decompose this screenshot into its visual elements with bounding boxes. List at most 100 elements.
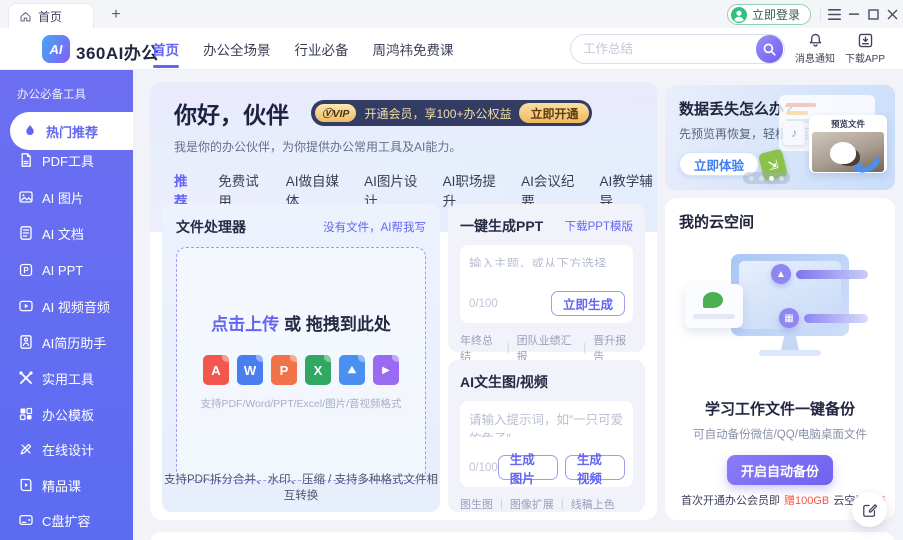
ppt-input-box: 0/100 立即生成 [460,245,633,323]
sidebar: 办公必备工具 热门推荐 PDF工具 AI 图片 [0,70,133,540]
login-label: 立即登录 [752,6,800,23]
app-window: 首页 + 立即登录 AI 360AI办公 首页 办公 [0,0,903,540]
sidebar-item-label: AI 视频音频 [42,297,110,316]
app-header: AI 360AI办公 首页 办公全场景 行业必备 周鸿祎免费课 消息通知 [0,28,903,70]
login-button[interactable]: 立即登录 [727,4,811,25]
sidebar-item-courses[interactable]: 精品课 [18,474,81,496]
note-highlight: 赠100GB [784,492,829,508]
resume-icon [18,334,34,350]
upload-dropzone[interactable]: 点击上传或 拖拽到此处 A W P X ⛰ ▶ 支持PDF/Word/PPT/E… [176,247,426,481]
nav-item-free-course[interactable]: 周鸿祎免费课 [373,28,454,70]
sidebar-item-label: 热门推荐 [46,122,98,141]
svg-text:P: P [23,266,29,275]
edit-icon [862,502,878,518]
vip-banner-text: 开通会员，享100+办公权益 [364,105,511,122]
sidebar-item-online-design[interactable]: 在线设计 [18,438,94,460]
new-tab-button[interactable]: + [104,3,128,27]
search-input[interactable] [571,42,756,56]
search-button[interactable] [756,35,783,63]
notifications-button[interactable]: 消息通知 [789,32,841,65]
carousel-dot[interactable] [749,176,754,181]
course-icon [18,477,34,493]
upload-click-link[interactable]: 点击上传 [211,315,279,334]
document-icon [18,225,34,241]
maximize-button[interactable] [864,5,882,23]
sidebar-item-ai-av[interactable]: AI 视频音频 [18,295,110,317]
download-label: 下载APP [845,50,885,65]
music-file-icon: ♪ [783,121,805,145]
ppt-char-counter: 0/100 [469,298,551,310]
sidebar-item-ai-ppt[interactable]: P AI PPT [18,259,83,281]
sidebar-item-hot[interactable]: 热门推荐 [10,112,133,150]
title-bar: 首页 + 立即登录 [0,0,903,28]
feedback-button[interactable] [852,492,887,527]
suggestion-item[interactable]: 图生图 [460,496,493,512]
avatar-icon [730,6,748,24]
excel-file-icon: X [305,355,331,385]
nav-item-industry[interactable]: 行业必备 [295,28,349,70]
ppt-template-link[interactable]: 下载PPT模版 [565,218,633,234]
cloud-headline: 学习工作文件一键备份 [679,398,881,419]
video-file-icon: ▶ [373,355,399,385]
sidebar-item-disk-expand[interactable]: C盘扩容 [18,509,90,531]
carousel-dot[interactable] [759,176,764,181]
flame-icon [22,123,38,139]
ppt-generator-card: 一键生成PPT 下载PPT模版 0/100 立即生成 年终总结 | 团队业绩汇报… [448,204,645,352]
image-file-icon: ⛰ [339,355,365,385]
sidebar-item-ai-resume[interactable]: AI简历助手 [18,331,106,353]
cloud-card-title: 我的云空间 [679,211,881,232]
sidebar-item-label: C盘扩容 [42,511,90,530]
img-input-box: 0/100 生成图片 生成视频 [460,401,633,487]
suggestion-item[interactable]: 线稿上色 [571,496,615,512]
sidebar-item-ai-doc[interactable]: AI 文档 [18,222,84,244]
file-type-icons: A W P X ⛰ ▶ [203,355,399,385]
generate-video-button[interactable]: 生成视频 [565,455,625,480]
suggestion-item[interactable]: 图像扩展 [510,496,554,512]
minimize-button[interactable] [845,5,863,23]
note-text: 首次开通办公会员即 [681,492,780,508]
word-file-icon: W [237,355,263,385]
download-icon [857,32,874,49]
disk-icon [18,512,34,528]
brand-name: 360AI办公 [76,39,159,64]
cloud-subtitle: 可自动备份微信/QQ/电脑桌面文件 [679,426,881,442]
menu-icon[interactable] [825,5,843,23]
supported-formats: 支持PDF/Word/PPT/Excel/图片/音视频格式 [200,396,401,411]
template-icon [18,406,34,422]
sidebar-item-utilities[interactable]: 实用工具 [18,367,94,389]
carousel-dot[interactable] [779,176,784,181]
ppt-icon: P [18,262,34,278]
brand-logo-icon: AI [42,35,70,63]
img-char-counter: 0/100 [469,462,498,474]
pdf-icon [18,152,34,168]
generate-image-button[interactable]: 生成图片 [498,455,558,480]
prompt-input[interactable] [469,409,624,437]
search-box [570,34,785,64]
cloud-illustration: ▲ ▦ [679,236,881,394]
wechat-backup-graphic [685,284,743,328]
upload-instruction: 点击上传或 拖拽到此处 [211,310,391,335]
sidebar-item-ai-image[interactable]: AI 图片 [18,186,84,208]
titlebar-divider [820,8,821,21]
ppt-topic-input[interactable] [469,253,624,267]
download-app-button[interactable]: 下载APP [839,32,891,65]
close-button[interactable] [883,5,901,23]
carousel-dot-active[interactable] [769,176,774,181]
browser-tab-home[interactable]: 首页 [8,3,94,28]
nav-item-home[interactable]: 首页 [152,28,179,70]
auto-backup-button[interactable]: 开启自动备份 [727,455,833,485]
sidebar-item-pdf-tools[interactable]: PDF工具 [18,149,94,171]
cloud-space-card: 我的云空间 ▲ ▦ 学习工作文件一键备份 可自动备份微信/QQ/电脑桌面文件 开… [665,198,895,520]
design-icon [18,441,34,457]
ai-write-link[interactable]: 没有文件，AI帮我写 [323,219,426,235]
img-suggestions: 图生图 | 图像扩展 | 线稿上色 [460,496,633,512]
ppt-file-icon: P [271,355,297,385]
vip-banner[interactable]: ⓋVIP 开通会员，享100+办公权益 立即开通 [311,100,592,126]
sidebar-item-label: AI 文档 [42,224,84,243]
carousel-dots[interactable] [743,172,790,184]
vip-open-button[interactable]: 立即开通 [519,103,589,123]
tools-icon [18,370,34,386]
sidebar-item-templates[interactable]: 办公模板 [18,403,94,425]
generate-ppt-button[interactable]: 立即生成 [551,291,625,316]
nav-item-all-scenes[interactable]: 办公全场景 [203,28,271,70]
